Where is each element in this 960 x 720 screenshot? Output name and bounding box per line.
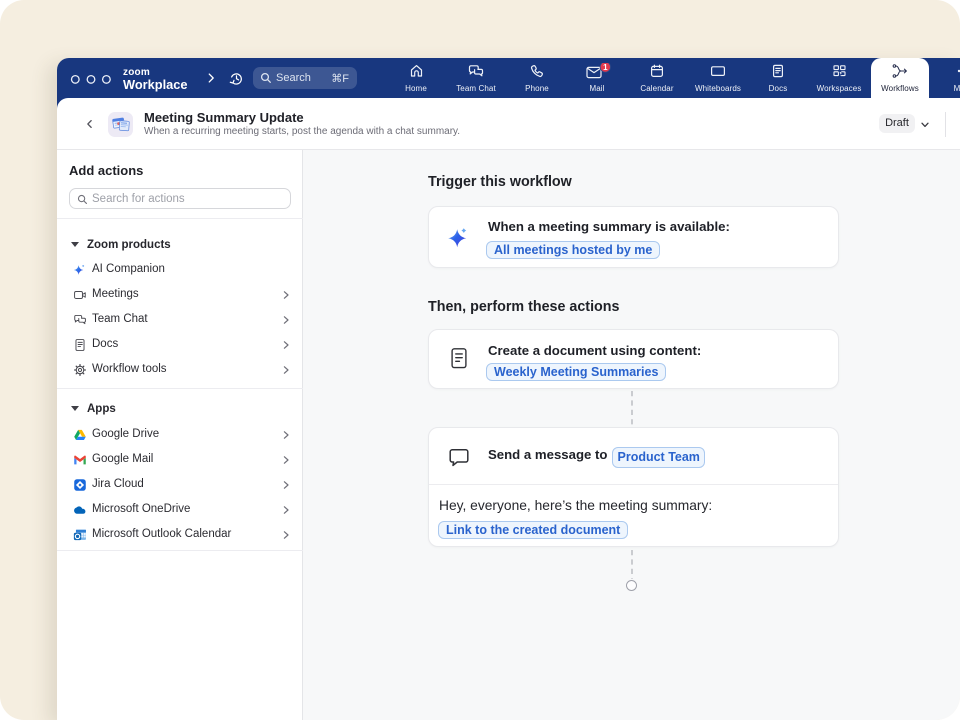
svg-text:1: 1 xyxy=(603,63,608,72)
